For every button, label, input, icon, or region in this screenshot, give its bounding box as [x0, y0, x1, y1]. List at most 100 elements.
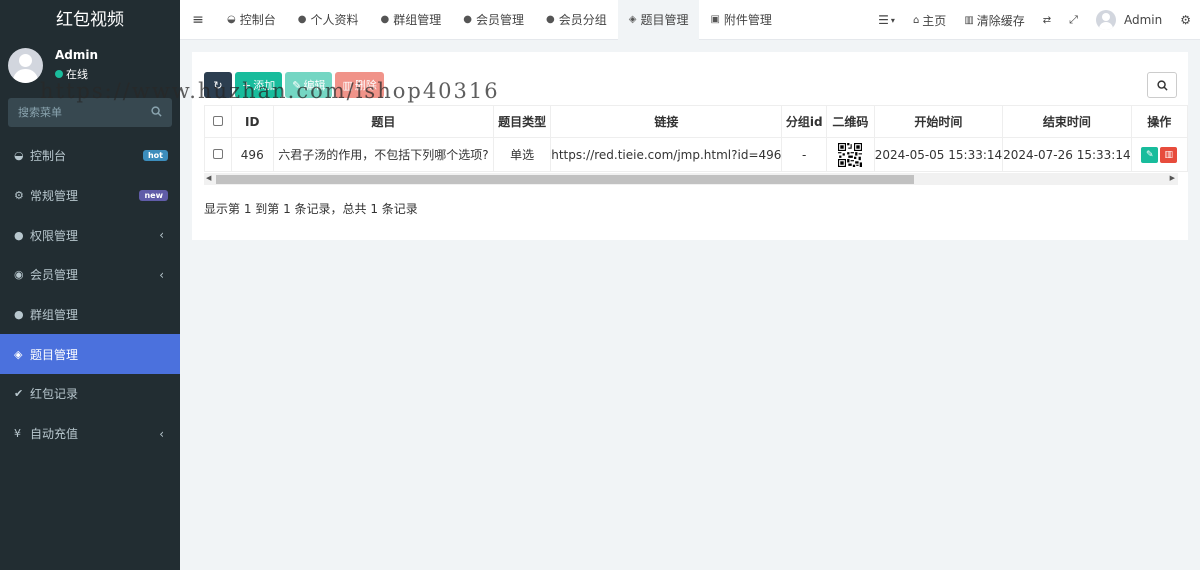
home-icon: ⌂ — [912, 14, 920, 26]
tab-label: 群组管理 — [393, 13, 442, 27]
check-circle-icon: ✔ — [14, 387, 24, 401]
search-icon — [1156, 79, 1168, 91]
sidebar-item-redpacket-records[interactable]: ✔ 红包记录 — [0, 374, 180, 414]
sidebar-item-label: 常规管理 — [30, 189, 79, 204]
sidebar-item-members[interactable]: ◉ 会员管理 ‹ — [0, 255, 180, 295]
chevron-left-icon: ‹ — [159, 228, 164, 243]
cell-group-id: - — [781, 137, 827, 172]
col-type[interactable]: 题目类型 — [492, 105, 552, 138]
cell-actions: ✎ ▥ — [1130, 137, 1189, 172]
sidebar-item-label: 自动充值 — [30, 427, 79, 442]
dashboard-icon: ◒ — [227, 14, 236, 25]
cube-icon: ◈ — [14, 347, 23, 361]
yen-icon: ¥ — [14, 427, 21, 441]
pencil-icon: ✎ — [1146, 150, 1154, 160]
trash-icon: ▥ — [964, 14, 974, 26]
table-row[interactable]: 496 六君子汤的作用，不包括下列哪个选项? 单选 https://red.ti… — [204, 137, 1189, 172]
list-icon: ☰ — [878, 13, 889, 27]
tab-label: 会员分组 — [558, 13, 607, 27]
sidebar-item-label: 红包记录 — [30, 387, 79, 402]
settings-icon[interactable]: ⚙ — [1171, 13, 1200, 27]
dashboard-icon: ◒ — [14, 149, 24, 163]
hot-badge: hot — [142, 150, 168, 161]
col-title[interactable]: 题目 — [272, 105, 494, 138]
tab-dashboard[interactable]: ◒ 控制台 — [216, 0, 287, 40]
row-checkbox[interactable] — [212, 148, 223, 159]
cell-link[interactable]: https://red.tieie.com/jmp.html?id=496 — [550, 137, 783, 172]
horizontal-scrollbar[interactable]: ◀ ▶ — [204, 173, 1178, 185]
sidebar-item-questions[interactable]: ◈ 题目管理 — [0, 334, 180, 375]
pagination-summary: 显示第 1 到第 1 条记录，总共 1 条记录 — [204, 202, 418, 216]
col-group-id[interactable]: 分组id — [781, 105, 827, 138]
online-dot-icon — [55, 70, 63, 78]
sidebar-item-auto-recharge[interactable]: ¥ 自动充值 ‹ — [0, 414, 180, 454]
tab-member-groups[interactable]: ● 会员分组 — [535, 0, 618, 40]
cell-type: 单选 — [492, 137, 552, 172]
sidebar-item-general[interactable]: ⚙ 常规管理 new — [0, 176, 180, 216]
row-edit-button[interactable]: ✎ — [1141, 147, 1159, 163]
col-id[interactable]: ID — [230, 105, 274, 138]
tab-label: 个人资料 — [310, 13, 359, 27]
sidebar-item-label: 会员管理 — [30, 268, 79, 283]
users-icon: ● — [14, 308, 24, 322]
tab-questions[interactable]: ◈ 题目管理 — [617, 0, 700, 40]
sidebar-item-dashboard[interactable]: ◒ 控制台 hot — [0, 136, 180, 176]
sidebar-item-label: 权限管理 — [30, 228, 79, 243]
user-name: Admin — [55, 48, 99, 62]
scrollbar-thumb[interactable] — [216, 175, 914, 184]
tab-attachments[interactable]: ▣ 附件管理 — [699, 0, 782, 40]
table-search-button[interactable] — [1147, 72, 1177, 98]
image-icon: ▣ — [710, 14, 720, 25]
user-icon: ● — [297, 14, 307, 25]
cell-end-time: 2024-07-26 15:33:14 — [1002, 137, 1132, 172]
sidebar-item-groups[interactable]: ● 群组管理 — [0, 295, 180, 335]
tab-members[interactable]: ● 会员管理 — [452, 0, 535, 40]
clear-cache-button[interactable]: ▥ 清除缓存 — [955, 12, 1033, 29]
cell-id: 496 — [230, 137, 274, 172]
language-icon[interactable]: ⇄ — [1034, 15, 1060, 26]
topbar-right: ☰ ▾ ⌂ 主页 ▥ 清除缓存 ⇄ ⤢ Admin ⚙ — [869, 0, 1200, 40]
fullscreen-icon[interactable]: ⤢ — [1060, 13, 1087, 27]
watermark: https://www.huzhan.com/ishop40316 — [40, 79, 500, 103]
menu-toggle-icon[interactable]: ≡ — [180, 12, 216, 28]
tab-label: 会员管理 — [475, 13, 524, 27]
more-tabs-dropdown[interactable]: ☰ ▾ — [869, 13, 904, 27]
topbar: ≡ ◒ 控制台 ● 个人资料 ● 群组管理 ● 会员管理 ● 会员分组 ◈ 题目管理 ▣ 附件… — [180, 0, 1200, 40]
users-icon: ● — [546, 14, 555, 25]
tab-profile[interactable]: ● 个人资料 — [287, 0, 370, 40]
scroll-right-arrow-icon[interactable]: ▶ — [1170, 174, 1175, 182]
tab-groups[interactable]: ● 群组管理 — [370, 0, 453, 40]
col-start-time[interactable]: 开始时间 — [873, 105, 1004, 138]
group-icon: ● — [14, 228, 24, 242]
questions-table: ID 题目 题目类型 链接 分组id 二维码 开始时间 结束时间 操作 496 … — [204, 105, 1189, 172]
cogs-icon: ⚙ — [14, 189, 24, 203]
home-link[interactable]: ⌂ 主页 — [904, 12, 955, 29]
app-logo[interactable]: 红包视频 — [0, 0, 180, 40]
select-all-checkbox[interactable] — [212, 115, 223, 126]
chevron-left-icon: ‹ — [159, 268, 164, 283]
qrcode-image[interactable] — [838, 142, 863, 167]
cube-icon: ◈ — [628, 14, 637, 25]
select-all-cell — [204, 105, 232, 138]
sidebar-item-label: 题目管理 — [30, 347, 79, 362]
home-label: 主页 — [922, 13, 947, 28]
tab-label: 附件管理 — [723, 13, 772, 27]
sidebar-item-auth[interactable]: ● 权限管理 ‹ — [0, 215, 180, 255]
col-qrcode[interactable]: 二维码 — [825, 105, 875, 138]
tab-label: 控制台 — [239, 13, 276, 27]
scroll-left-arrow-icon[interactable]: ◀ — [206, 174, 211, 182]
user-menu[interactable]: Admin — [1087, 10, 1171, 30]
chevron-left-icon: ‹ — [159, 426, 164, 441]
sidebar-menu: ◒ 控制台 hot ⚙ 常规管理 new ● 权限管理 ‹ ◉ 会员管理 ‹ ●… — [0, 136, 180, 454]
search-icon[interactable] — [151, 106, 162, 120]
avatar — [1095, 10, 1116, 30]
col-end-time[interactable]: 结束时间 — [1002, 105, 1132, 138]
trash-icon: ▥ — [1164, 150, 1174, 160]
users-icon: ● — [380, 14, 390, 25]
row-delete-button[interactable]: ▥ — [1160, 147, 1178, 163]
topbar-user-name: Admin — [1123, 13, 1163, 27]
tab-label: 题目管理 — [640, 13, 689, 27]
col-actions: 操作 — [1130, 105, 1189, 138]
col-link[interactable]: 链接 — [550, 105, 783, 138]
cell-qrcode — [825, 137, 875, 172]
